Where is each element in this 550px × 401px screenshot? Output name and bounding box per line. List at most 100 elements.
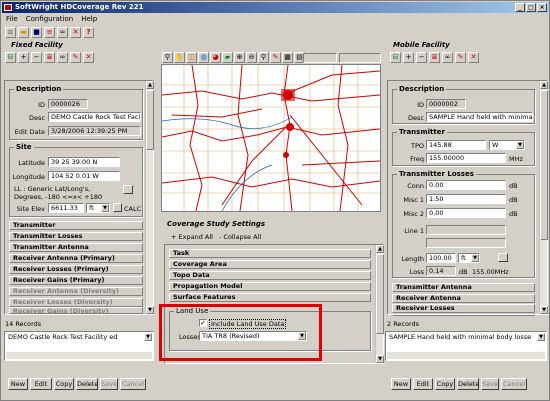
fixed-record-select[interactable]: DEMO Castle Rock Test Facility ed ▼ xyxy=(6,333,152,343)
minimize-button[interactable]: _ xyxy=(515,3,525,12)
pie-icon[interactable]: ◕ xyxy=(210,52,221,63)
length-field[interactable]: 100.00 xyxy=(426,253,456,263)
add-icon[interactable]: + xyxy=(18,52,29,63)
remove-icon[interactable]: − xyxy=(31,52,42,63)
section-receiver-losses-diversity[interactable]: Receiver Losses (Diversity) xyxy=(9,298,143,307)
delete-icon[interactable]: ✕ xyxy=(468,52,479,63)
mobile-scrollbar[interactable]: ▲ ▼ xyxy=(539,81,548,314)
select-icon[interactable]: ⊟ xyxy=(5,52,16,63)
table-icon[interactable]: ≣ xyxy=(429,52,440,63)
section-receiver-gains-primary[interactable]: Receiver Gains (Primary) xyxy=(9,276,143,285)
section-task[interactable]: Task xyxy=(169,249,371,258)
mobile-record-list[interactable]: SAMPLE Hand held with minimal body losse… xyxy=(385,331,547,361)
site-elev-field[interactable]: 6611.33 xyxy=(48,203,84,213)
section-receiver-losses-primary[interactable]: Receiver Losses (Primary) xyxy=(9,265,143,274)
scroll-thumb[interactable] xyxy=(146,90,154,150)
fixed-copy-button[interactable]: Copy xyxy=(54,378,74,390)
menu-file[interactable]: File xyxy=(6,14,18,24)
delete-icon[interactable]: ✕ xyxy=(70,26,81,38)
section-propagation-model[interactable]: Propagation Model xyxy=(169,282,371,291)
section-receiver-antenna[interactable]: Receiver Antenna xyxy=(392,294,535,303)
section-receiver-gains[interactable]: Receiver Gains xyxy=(392,314,535,316)
tpo-unit-select[interactable]: W ▼ xyxy=(489,140,525,150)
fixed-delete-button[interactable]: Delete xyxy=(76,378,98,390)
length-unit-select[interactable]: ft ▼ xyxy=(458,253,480,263)
fixed-hscroll[interactable] xyxy=(6,352,152,359)
table-icon[interactable]: ≣ xyxy=(44,52,55,63)
study-scrollbar[interactable]: ▲ ▼ xyxy=(375,245,384,363)
scroll-down-icon[interactable]: ▼ xyxy=(376,355,384,363)
scroll-down-icon[interactable]: ▼ xyxy=(146,306,154,314)
desc-field[interactable]: SAMPLE Hand held with minimal bo xyxy=(426,112,533,122)
terrain-icon[interactable]: ▰ xyxy=(222,52,233,63)
mobile-save-button[interactable]: Save xyxy=(481,378,499,390)
section-transmitter-antenna[interactable]: Transmitter Antenna xyxy=(392,283,535,292)
fixed-cancel-button[interactable]: Cancel xyxy=(120,378,146,390)
zoom-out-icon[interactable]: ⊖ xyxy=(246,52,257,63)
latitude-field[interactable]: 39 25 39.00 N xyxy=(48,157,120,167)
pan-icon[interactable]: ✋ xyxy=(174,52,185,63)
section-receiver-losses[interactable]: Receiver Losses xyxy=(392,304,535,313)
mobile-edit-button[interactable]: Edit xyxy=(413,378,433,390)
maximize-button[interactable]: □ xyxy=(526,3,536,12)
layers-icon[interactable]: ◫ xyxy=(186,52,197,63)
conn-field[interactable]: 0.00 xyxy=(426,180,506,190)
grid-icon[interactable]: ▦ xyxy=(282,52,293,63)
zoom-icon[interactable]: ⚲ xyxy=(162,52,173,63)
scroll-up-icon[interactable]: ▲ xyxy=(146,81,154,89)
chevron-down-icon[interactable]: ▼ xyxy=(101,204,109,212)
fixed-save-button[interactable]: Save xyxy=(100,378,118,390)
desc-field[interactable]: DEMO Castle Rock Test Facilit xyxy=(48,112,141,122)
binoculars-icon[interactable]: ∞ xyxy=(57,52,68,63)
fixed-record-list[interactable]: DEMO Castle Rock Test Facility ed ▼ xyxy=(4,331,154,361)
select-icon[interactable]: ⊟ xyxy=(390,52,401,63)
section-coverage-area[interactable]: Coverage Area xyxy=(169,260,371,269)
section-transmitter-losses[interactable]: Transmitter Losses xyxy=(9,232,143,241)
scroll-thumb[interactable] xyxy=(540,90,548,240)
open-icon[interactable]: ▬ xyxy=(18,26,29,38)
tpo-field[interactable]: 145.88 xyxy=(426,140,486,150)
fixed-edit-button[interactable]: Edit xyxy=(30,378,52,390)
mobile-delete-button[interactable]: Delete xyxy=(457,378,479,390)
scroll-up-icon[interactable]: ▲ xyxy=(540,81,548,89)
close-button[interactable]: × xyxy=(537,3,547,12)
section-surface-features[interactable]: Surface Features xyxy=(169,293,371,302)
chevron-down-icon[interactable]: ▼ xyxy=(144,333,152,341)
edit-icon[interactable]: ✎ xyxy=(455,52,466,63)
section-receiver-antenna-primary[interactable]: Receiver Antenna (Primary) xyxy=(9,254,143,263)
map-canvas[interactable] xyxy=(161,64,381,212)
add-icon[interactable]: + xyxy=(403,52,414,63)
menu-help[interactable]: Help xyxy=(81,14,97,24)
misc2-field[interactable]: 0.00 xyxy=(426,208,506,218)
coverage-map[interactable] xyxy=(161,64,381,212)
elev-unit-select[interactable]: ft ▼ xyxy=(86,203,110,213)
chevron-down-icon[interactable]: ▼ xyxy=(537,333,545,341)
mobile-new-button[interactable]: New xyxy=(391,378,411,390)
section-transmitter[interactable]: Transmitter xyxy=(9,221,143,230)
help-icon[interactable]: ? xyxy=(83,26,94,38)
mobile-copy-button[interactable]: Copy xyxy=(435,378,455,390)
mobile-record-select[interactable]: SAMPLE Hand held with minimal body losse… xyxy=(387,333,545,343)
section-topo-data[interactable]: Topo Data xyxy=(169,271,371,280)
fixed-scrollbar[interactable]: ▲ ▼ xyxy=(145,81,154,314)
longitude-field[interactable]: 104 52 0.01 W xyxy=(48,171,120,181)
menu-configuration[interactable]: Configuration xyxy=(26,14,73,24)
freq-field[interactable]: 155.00000 xyxy=(426,153,506,163)
scroll-thumb[interactable] xyxy=(376,254,384,334)
delete-icon[interactable]: ✕ xyxy=(83,52,94,63)
section-transmitter-antenna[interactable]: Transmitter Antenna xyxy=(9,243,143,252)
section-receiver-antenna-diversity[interactable]: Receiver Antenna (Diversity) xyxy=(9,287,143,296)
expand-all-link[interactable]: + Expand All xyxy=(171,233,213,241)
chevron-down-icon[interactable]: ▼ xyxy=(471,254,479,262)
collapse-all-link[interactable]: - Collapse All xyxy=(219,233,261,241)
map-edit-icon[interactable]: ✎ xyxy=(270,52,281,63)
mobile-cancel-button[interactable]: Cancel xyxy=(501,378,527,390)
new-icon[interactable]: ▫ xyxy=(5,26,16,38)
line-select-button[interactable] xyxy=(498,253,508,262)
save-icon[interactable]: ■ xyxy=(31,26,42,38)
fixed-new-button[interactable]: New xyxy=(8,378,28,390)
edit-icon[interactable]: ✎ xyxy=(70,52,81,63)
globe-icon[interactable]: ◍ xyxy=(198,52,209,63)
calc-checkbox[interactable] xyxy=(113,203,122,212)
binoculars-icon[interactable]: ∞ xyxy=(442,52,453,63)
